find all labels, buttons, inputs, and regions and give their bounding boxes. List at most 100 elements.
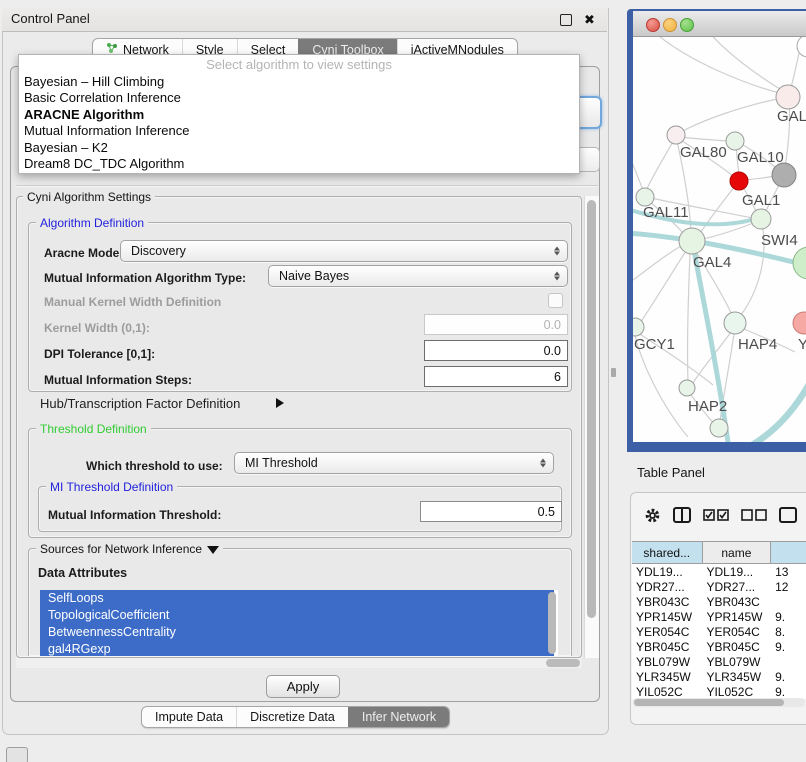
- algorithm-option[interactable]: Mutual Information Inference: [19, 123, 579, 139]
- close-traffic-light[interactable]: [646, 18, 660, 32]
- network-node[interactable]: [667, 126, 685, 144]
- new-column-icon[interactable]: [779, 507, 797, 523]
- divider: [16, 185, 598, 186]
- table-row[interactable]: YBL079WYBL079W: [632, 654, 806, 669]
- table-row[interactable]: YER054CYER054C8.: [632, 624, 806, 639]
- threshold-definition-title: Threshold Definition: [36, 422, 151, 436]
- mi-steps-field[interactable]: 6: [424, 366, 568, 387]
- apply-button[interactable]: Apply: [266, 675, 340, 698]
- settings-horizontal-scrollbar[interactable]: [16, 658, 582, 668]
- attribute-list-scrollbar[interactable]: [548, 592, 556, 654]
- table-cell: 8.: [771, 625, 806, 639]
- network-node[interactable]: [793, 247, 806, 279]
- network-node[interactable]: [679, 228, 705, 254]
- table-cell: YPR145W: [632, 610, 702, 624]
- network-node[interactable]: [710, 419, 728, 437]
- minimized-panel-icon[interactable]: [6, 747, 28, 762]
- table-cell: YDR27...: [702, 580, 771, 594]
- mi-threshold-field[interactable]: 0.5: [420, 501, 562, 522]
- network-node[interactable]: [772, 163, 796, 187]
- table-horizontal-scrollbar[interactable]: [633, 698, 805, 707]
- node-label: Y: [798, 336, 806, 353]
- mi-threshold-label: Mutual Information Threshold:: [48, 508, 221, 522]
- combo-arrows-icon: [540, 459, 546, 468]
- network-node[interactable]: [730, 172, 748, 190]
- table-row[interactable]: YIL052CYIL052C9.: [632, 684, 806, 699]
- which-threshold-value: MI Threshold: [245, 456, 318, 470]
- table-row[interactable]: YBR045CYBR045C9.: [632, 639, 806, 654]
- mi-steps-label: Mutual Information Steps:: [44, 373, 192, 387]
- column-header[interactable]: name: [703, 542, 772, 563]
- dpi-tolerance-field[interactable]: 0.0: [424, 340, 568, 361]
- bottom-tab-discretize-data[interactable]: Discretize Data: [236, 707, 348, 727]
- mi-threshold-definition-title: MI Threshold Definition: [46, 480, 177, 494]
- tab-label: Infer Network: [362, 710, 436, 724]
- algorithm-option[interactable]: Bayesian – K2: [19, 140, 579, 156]
- which-threshold-combo[interactable]: MI Threshold: [234, 452, 554, 474]
- table-cell: YER054C: [632, 625, 702, 639]
- network-node[interactable]: [633, 318, 644, 336]
- node-label: GAL80: [680, 144, 727, 161]
- table-cell: 9.: [771, 610, 806, 624]
- expand-arrow-icon[interactable]: [276, 398, 284, 408]
- mi-threshold-value: 0.5: [538, 505, 555, 519]
- scrollbar-thumb[interactable]: [546, 659, 580, 667]
- zoom-traffic-light[interactable]: [680, 18, 694, 32]
- aracne-mode-combo[interactable]: Discovery: [120, 240, 568, 262]
- combo-arrows-icon: [554, 247, 560, 256]
- table-cell: YDL19...: [702, 565, 771, 579]
- table-row[interactable]: YBR043CYBR043C: [632, 594, 806, 609]
- node-table: shared...name YDL19...YDL19...13YDR27...…: [632, 541, 806, 699]
- network-node[interactable]: [679, 380, 695, 396]
- panel-splitter-grip[interactable]: [611, 368, 616, 377]
- attribute-item-selected[interactable]: SelfLoops: [40, 590, 554, 607]
- table-cell: YBR045C: [632, 640, 702, 654]
- mi-algorithm-type-combo[interactable]: Naive Bayes: [268, 265, 568, 287]
- float-window-icon[interactable]: [560, 14, 572, 26]
- network-canvas[interactable]: GALGAL80GAL10GAL1GAL11SWI4GAL4GCY1HAP4YH…: [633, 37, 806, 442]
- bottom-tab-infer-network[interactable]: Infer Network: [348, 707, 449, 727]
- column-header[interactable]: [771, 542, 806, 563]
- algorithm-option[interactable]: ARACNE Algorithm: [19, 107, 579, 123]
- table-cell: 9.: [771, 685, 806, 699]
- scrollbar-thumb[interactable]: [634, 699, 784, 706]
- table-row[interactable]: YPR145WYPR145W9.: [632, 609, 806, 624]
- network-node[interactable]: [724, 312, 746, 334]
- table-cell: YLR345W: [632, 670, 702, 684]
- attribute-item-selected[interactable]: TopologicalCoefficient: [40, 607, 554, 624]
- table-row[interactable]: YLR345WYLR345W9.: [632, 669, 806, 684]
- table-cell: YBL079W: [632, 655, 702, 669]
- algorithm-option[interactable]: Bayesian – Hill Climbing: [19, 74, 579, 90]
- kernel-width-value: 0.0: [544, 318, 561, 332]
- table-row[interactable]: YDL19...YDL19...13: [632, 564, 806, 579]
- scrollbar-thumb[interactable]: [587, 200, 596, 618]
- network-node[interactable]: [726, 132, 744, 150]
- table-cell: YER054C: [702, 625, 771, 639]
- attribute-item-selected[interactable]: BetweennessCentrality: [40, 624, 554, 641]
- network-graph[interactable]: GALGAL80GAL10GAL1GAL11SWI4GAL4GCY1HAP4YH…: [633, 37, 806, 442]
- algorithm-option[interactable]: Basic Correlation Inference: [19, 90, 579, 106]
- close-icon[interactable]: ✖: [584, 13, 595, 26]
- column-header[interactable]: shared...: [632, 542, 703, 563]
- sources-title[interactable]: Sources for Network Inference: [36, 542, 223, 556]
- network-node[interactable]: [793, 312, 806, 334]
- checked-boxes-icon[interactable]: [703, 509, 729, 521]
- settings-vertical-scrollbar[interactable]: [584, 196, 599, 658]
- split-columns-icon[interactable]: [673, 507, 691, 523]
- kernel-width-field: 0.0: [424, 314, 568, 335]
- table-cell: YBR043C: [702, 595, 771, 609]
- minimize-traffic-light[interactable]: [663, 18, 677, 32]
- algorithm-option[interactable]: Dream8 DC_TDC Algorithm: [19, 156, 579, 172]
- table-panel: shared...name YDL19...YDL19...13YDR27...…: [630, 492, 806, 725]
- unchecked-boxes-icon[interactable]: [741, 509, 767, 521]
- attribute-item-selected[interactable]: gal4RGexp: [40, 641, 554, 656]
- bottom-tab-impute-data[interactable]: Impute Data: [142, 707, 236, 727]
- network-window-titlebar[interactable]: [633, 11, 806, 37]
- network-node[interactable]: [751, 209, 771, 229]
- table-body: YDL19...YDL19...13YDR27...YDR27...12YBR0…: [632, 564, 806, 699]
- network-node[interactable]: [776, 85, 800, 109]
- aracne-mode-label: Aracne Mode:: [44, 246, 123, 260]
- table-cell: 9.: [771, 640, 806, 654]
- gear-icon[interactable]: [644, 507, 661, 524]
- table-row[interactable]: YDR27...YDR27...12: [632, 579, 806, 594]
